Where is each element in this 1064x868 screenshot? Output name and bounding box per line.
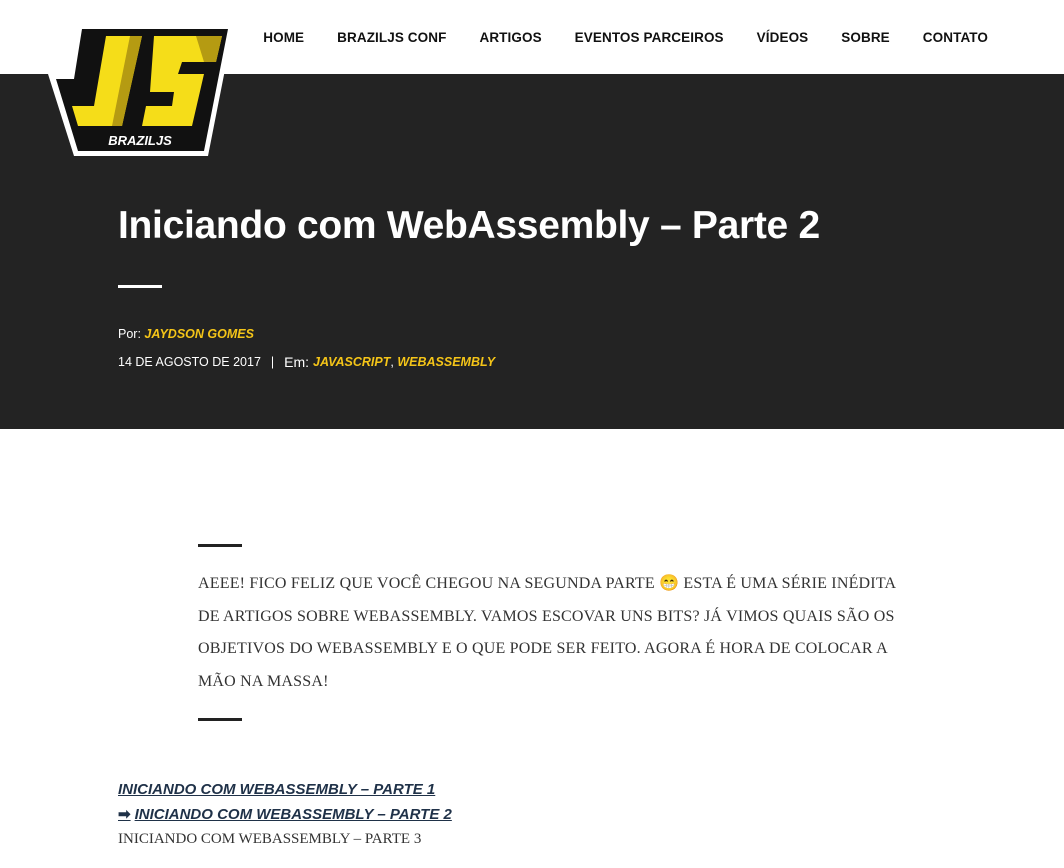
series-link-part-2[interactable]: ➡ INICIANDO COM WEBASSEMBLY – PARTE 2 xyxy=(118,803,452,828)
main-nav: HOME BRAZILJS CONF ARTIGOS EVENTOS PARCE… xyxy=(230,0,988,74)
intro-text-start: AEEE! FICO FELIZ QUE VOCÊ CHEGOU NA SEGU… xyxy=(198,575,655,592)
post-date: 14 DE AGOSTO DE 2017 xyxy=(118,355,261,369)
arrow-right-icon: ➡ xyxy=(118,805,131,823)
grin-emoji-icon: 😁 xyxy=(659,575,680,592)
category-separator: , xyxy=(390,355,394,369)
braziljs-logo[interactable]: BRAZILJS xyxy=(46,22,236,160)
series-link-part-2-label: INICIANDO COM WEBASSEMBLY – PARTE 2 xyxy=(134,805,452,823)
by-label: Por: xyxy=(118,327,141,341)
post-meta: 14 DE AGOSTO DE 2017 | Em: JAVASCRIPT, W… xyxy=(118,354,495,370)
title-divider xyxy=(118,285,162,288)
category-javascript[interactable]: JAVASCRIPT xyxy=(313,355,390,369)
series-list: INICIANDO COM WEBASSEMBLY – PARTE 1 ➡ INI… xyxy=(118,778,452,852)
nav-braziljs-conf[interactable]: BRAZILJS CONF xyxy=(337,30,446,45)
intro-divider-top xyxy=(198,544,242,547)
nav-eventos-parceiros[interactable]: EVENTOS PARCEIROS xyxy=(575,30,724,45)
series-item-part-3: INICIANDO COM WEBASSEMBLY – PARTE 3 xyxy=(118,831,422,847)
logo-caption: BRAZILJS xyxy=(108,133,172,148)
author-link[interactable]: JAYDSON GOMES xyxy=(144,327,254,341)
intro-text-end: ESTA É UMA SÉRIE INÉDITA DE ARTIGOS SOBR… xyxy=(198,575,896,690)
series-link-part-1[interactable]: INICIANDO COM WEBASSEMBLY – PARTE 1 xyxy=(118,778,452,803)
category-label: Em: xyxy=(284,354,310,370)
nav-videos[interactable]: VÍDEOS xyxy=(757,30,809,45)
intro-divider-bottom xyxy=(198,718,242,721)
post-title: Iniciando com WebAssembly – Parte 2 xyxy=(118,204,820,247)
post-byline: Por: JAYDSON GOMES xyxy=(118,327,254,341)
category-webassembly[interactable]: WEBASSEMBLY xyxy=(397,355,495,369)
nav-home[interactable]: HOME xyxy=(263,30,304,45)
intro-paragraph: AEEE! FICO FELIZ QUE VOCÊ CHEGOU NA SEGU… xyxy=(198,568,918,698)
nav-contato[interactable]: CONTATO xyxy=(923,30,988,45)
nav-sobre[interactable]: SOBRE xyxy=(841,30,890,45)
meta-separator: | xyxy=(270,355,275,369)
nav-artigos[interactable]: ARTIGOS xyxy=(479,30,541,45)
